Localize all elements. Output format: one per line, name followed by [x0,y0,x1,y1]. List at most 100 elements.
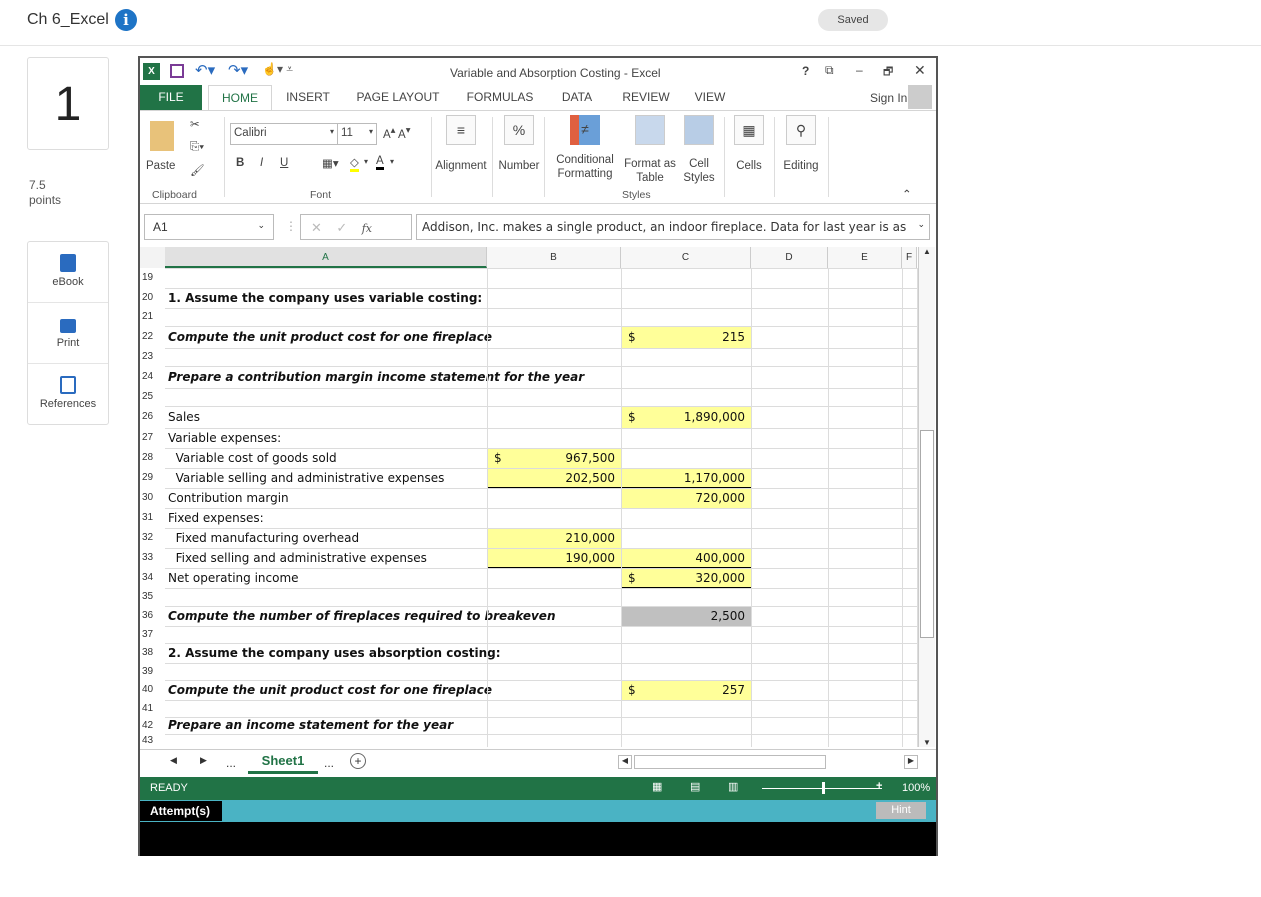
cell-b28[interactable]: $967,500 [488,449,621,468]
sheet-tab-sheet1[interactable]: Sheet1 [248,750,318,774]
row-header[interactable]: 37 [140,626,165,643]
tab-review[interactable]: REVIEW [618,85,674,110]
row-header[interactable]: 29 [140,468,165,488]
row-header[interactable]: 32 [140,528,165,548]
row-header[interactable]: 19 [140,268,165,288]
cell-a34[interactable]: Net operating income [165,568,302,588]
print-button[interactable]: Print [28,303,108,364]
cell-a36[interactable]: Compute the number of fireplaces require… [165,606,559,626]
insert-function-icon[interactable]: fx [362,222,372,235]
normal-view-icon[interactable]: ▦ [652,780,662,793]
save-icon[interactable] [170,64,184,78]
column-header-b[interactable]: B [487,247,621,268]
font-color-icon[interactable]: A [376,155,384,170]
select-all-corner[interactable] [140,247,165,268]
scroll-down-icon[interactable]: ▼ [919,738,935,747]
name-box[interactable]: A1 ⌄ [144,214,274,240]
cell-styles-button[interactable]: Cell Styles [678,115,720,185]
cell-c33[interactable]: 400,000 [622,549,751,568]
cell-c26[interactable]: $1,890,000 [622,407,751,428]
cell-b29[interactable]: 202,500 [488,469,621,488]
format-as-table-button[interactable]: Format as Table [622,115,678,185]
row-header[interactable]: 23 [140,348,165,366]
row-header[interactable]: 41 [140,700,165,717]
minimize-button[interactable]: – [856,63,863,77]
row-header[interactable]: 38 [140,643,165,663]
hscroll-right-icon[interactable]: ▶ [904,755,918,769]
more-sheets-left[interactable]: ... [226,756,236,770]
font-color-dropdown-icon[interactable]: ▾ [390,157,394,166]
font-name-dropdown[interactable]: Calibri ▾ [230,123,338,145]
row-header[interactable]: 21 [140,308,165,326]
formula-input[interactable]: Addison, Inc. makes a single product, an… [416,214,930,240]
next-sheet-icon[interactable]: ▶ [200,755,207,766]
cell-a30[interactable]: Contribution margin [165,488,292,508]
row-header[interactable]: 28 [140,448,165,468]
add-sheet-button[interactable]: + [350,753,366,769]
cell-a28[interactable]: Variable cost of goods sold [165,448,340,468]
row-header[interactable]: 20 [140,288,165,308]
cell-c22[interactable]: $215 [622,327,751,348]
ebook-button[interactable]: eBook [28,242,108,303]
row-header[interactable]: 26 [140,406,165,428]
info-icon[interactable]: i [115,9,137,31]
bold-button[interactable]: B [236,157,244,169]
row-header[interactable]: 31 [140,508,165,528]
editing-button[interactable]: ⚲ Editing [778,115,824,173]
cell-c36[interactable]: 2,500 [622,607,751,626]
row-header[interactable]: 34 [140,568,165,588]
column-header-f[interactable]: F [902,247,917,268]
font-size-dropdown[interactable]: 11 ▾ [337,123,377,145]
hint-button[interactable]: Hint [876,802,926,819]
enter-icon[interactable]: ✓ [336,220,347,235]
cell-a38[interactable]: 2. Assume the company uses absorption co… [165,643,504,663]
horizontal-scrollbar[interactable] [634,755,826,769]
scroll-up-icon[interactable]: ▲ [919,247,935,256]
row-header[interactable]: 42 [140,717,165,734]
column-header-a[interactable]: A [165,247,487,268]
tab-formulas[interactable]: FORMULAS [462,85,538,110]
row-header[interactable]: 39 [140,663,165,680]
fill-color-dropdown-icon[interactable]: ▾ [364,157,368,166]
fill-color-icon[interactable]: ◇ [350,155,359,172]
italic-button[interactable]: I [260,157,263,169]
redo-icon[interactable]: ↷▾ [228,61,248,79]
cell-a29[interactable]: Variable selling and administrative expe… [165,468,447,488]
question-number[interactable]: 1 [27,57,109,150]
vertical-scrollbar[interactable]: ▲ ▼ [918,247,935,747]
user-avatar-icon[interactable] [908,85,932,109]
cells-button[interactable]: ▦ Cells [728,115,770,173]
cell-b32[interactable]: 210,000 [488,529,621,548]
copy-icon[interactable]: ⎘▾ [190,141,204,154]
column-header-e[interactable]: E [828,247,902,268]
cell-b33[interactable]: 190,000 [488,549,621,568]
more-sheets-right[interactable]: ... [324,756,334,770]
cell-a42[interactable]: Prepare an income statement for the year [165,717,456,734]
collapse-ribbon-icon[interactable]: ⌃ [902,187,912,201]
page-break-view-icon[interactable]: ▥ [728,780,738,793]
cell-a27[interactable]: Variable expenses: [165,428,284,448]
close-button[interactable]: ✕ [914,62,926,79]
cell-a33[interactable]: Fixed selling and administrative expense… [165,548,430,568]
cell-a32[interactable]: Fixed manufacturing overhead [165,528,362,548]
prev-sheet-icon[interactable]: ◀ [170,755,177,766]
alignment-button[interactable]: ≡ Alignment [433,115,489,173]
sign-in-link[interactable]: Sign In [870,91,907,105]
cut-icon[interactable]: ✂ [190,117,200,131]
underline-button[interactable]: U [280,157,288,169]
row-header[interactable]: 22 [140,326,165,348]
page-layout-view-icon[interactable]: ▤ [690,780,700,793]
worksheet-grid[interactable]: A B C D E F 19 20 1. Assume the company uses var… [140,247,936,749]
cancel-icon[interactable]: ✕ [311,220,322,235]
column-header-d[interactable]: D [751,247,828,268]
row-header[interactable]: 24 [140,366,165,388]
tab-data[interactable]: DATA [554,85,600,110]
hscroll-left-icon[interactable]: ◀ [618,755,632,769]
tab-view[interactable]: VIEW [690,85,730,110]
cell-a26[interactable]: Sales [165,406,203,428]
row-header[interactable]: 35 [140,588,165,606]
cell-c29[interactable]: 1,170,000 [622,469,751,488]
references-button[interactable]: References [28,364,108,425]
cell-c30[interactable]: 720,000 [622,489,751,508]
cell-a20[interactable]: 1. Assume the company uses variable cost… [165,288,485,308]
